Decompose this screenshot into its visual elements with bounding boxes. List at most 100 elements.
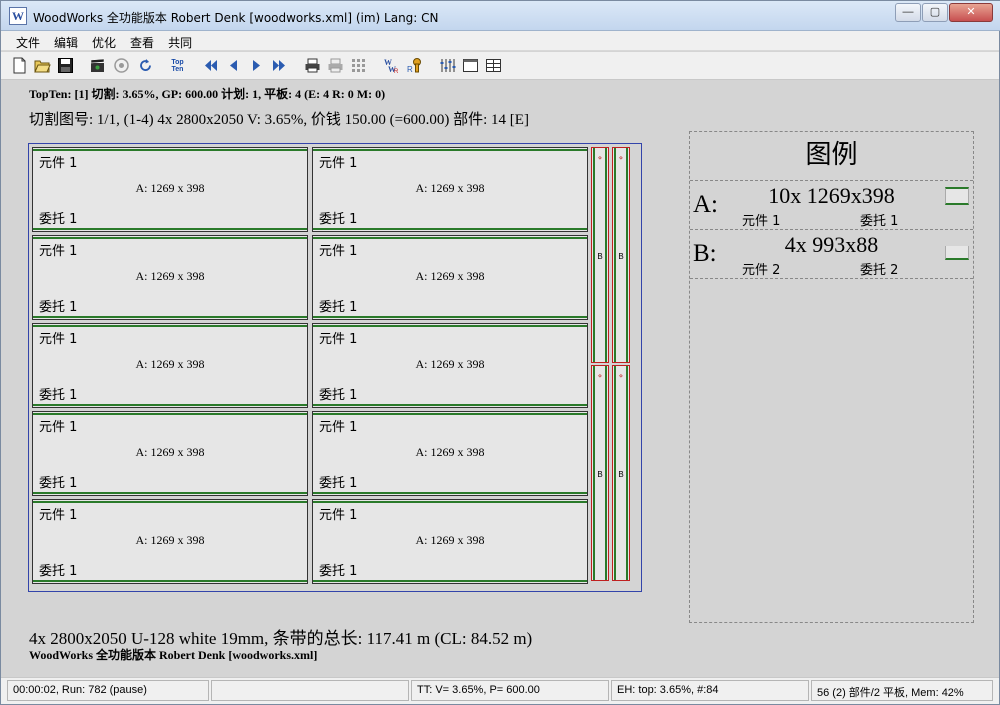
next-icon[interactable] (246, 55, 267, 76)
status-parts-memory: 56 (2) 部件/2 平板, Mem: 42% (811, 680, 993, 701)
legend-count: 4x 993x88 (784, 232, 879, 257)
piece-customer: 委托 1 (39, 388, 78, 403)
legend-customer: 委托 2 (860, 263, 899, 278)
part-piece[interactable]: 元件 1 A: 1269 x 398 委托 1 (312, 411, 588, 496)
part-piece[interactable]: 元件 1 A: 1269 x 398 委托 1 (312, 499, 588, 584)
piece-name: 元件 1 (39, 244, 78, 259)
topten-label-top: Top (171, 58, 184, 66)
status-bar: 00:00:02, Run: 782 (pause) TT: V= 3.65%,… (1, 677, 999, 704)
piece-dimensions: A: 1269 x 398 (415, 445, 485, 459)
wrk-icon[interactable]: WWR (381, 55, 402, 76)
part-piece[interactable]: 元件 1 A: 1269 x 398 委托 1 (312, 235, 588, 320)
piece-name: 元件 1 (319, 508, 358, 523)
edge-band-bottom (313, 228, 587, 230)
legend-row-a[interactable]: A: 10x 1269x398 元件 1 委托 1 (690, 180, 973, 229)
piece-name: 元件 1 (39, 156, 78, 171)
edge-band-bottom (33, 228, 307, 230)
piece-dimensions: A: 1269 x 398 (135, 269, 205, 283)
main-content: TopTen: [1] 切割: 3.65%, GP: 600.00 计划: 1,… (1, 81, 999, 677)
piece-customer: 委托 1 (319, 300, 358, 315)
piece-name: 元件 1 (319, 420, 358, 435)
first-icon[interactable] (200, 55, 221, 76)
status-runtime: 00:00:02, Run: 782 (pause) (7, 680, 209, 701)
maximize-button[interactable]: ▢ (922, 3, 948, 22)
part-piece[interactable]: 元件 1 A: 1269 x 398 委托 1 (312, 147, 588, 232)
save-icon[interactable] (55, 55, 76, 76)
edge-band-top (313, 237, 587, 239)
piece-name: 元件 1 (39, 508, 78, 523)
woodworks-logo-icon: W (9, 7, 27, 25)
menu-file[interactable]: 文件 (9, 31, 47, 50)
part-piece[interactable]: 元件 1 A: 1269 x 398 委托 1 (32, 323, 308, 408)
edge-band-bottom (33, 492, 307, 494)
window-icon[interactable] (460, 55, 481, 76)
legend-customer: 委托 1 (860, 214, 899, 229)
print-preview-icon[interactable] (325, 55, 346, 76)
piece-customer: 委托 1 (39, 212, 78, 227)
piece-name: 元件 1 (319, 332, 358, 347)
menu-bar: 文件 编辑 优化 查看 共同 (1, 31, 999, 51)
strip-label: B (597, 470, 603, 479)
version-footer: WoodWorks 全功能版本 Robert Denk [woodworks.x… (29, 648, 318, 662)
strip-label: B (618, 470, 624, 479)
svg-text:R: R (394, 69, 399, 74)
legend-letter: B: (693, 240, 717, 267)
layout-icon[interactable] (483, 55, 504, 76)
edge-band-top (33, 237, 307, 239)
legend-panel: 图例 A: 10x 1269x398 元件 1 委托 1 B: 4x 993x8… (689, 131, 974, 623)
piece-customer: 委托 1 (319, 564, 358, 579)
part-piece[interactable]: 元件 1 A: 1269 x 398 委托 1 (32, 411, 308, 496)
strip-marker: ⋄ (618, 155, 624, 162)
menu-view[interactable]: 查看 (123, 31, 161, 50)
minimize-button[interactable]: — (895, 3, 921, 22)
window-title: WoodWorks 全功能版本 Robert Denk [woodworks.x… (33, 11, 439, 25)
strip-label: B (618, 252, 624, 261)
new-file-icon[interactable] (9, 55, 30, 76)
part-piece[interactable]: 元件 1 A: 1269 x 398 委托 1 (32, 235, 308, 320)
open-folder-icon[interactable] (32, 55, 53, 76)
print-icon[interactable] (302, 55, 323, 76)
strip-marker: ⋄ (597, 155, 603, 162)
close-button[interactable]: ✕ (949, 3, 993, 22)
cutting-sheet[interactable]: 元件 1 A: 1269 x 398 委托 1 元件 1 A: 1269 x 398 委托… (28, 143, 642, 592)
piece-dimensions: A: 1269 x 398 (415, 181, 485, 195)
clapper-icon[interactable] (87, 55, 108, 76)
edge-band-bottom (313, 492, 587, 494)
legend-row-b[interactable]: B: 4x 993x88 元件 2 委托 2 (690, 229, 973, 278)
part-piece[interactable]: 元件 1 A: 1269 x 398 委托 1 (312, 323, 588, 408)
strip-piece[interactable]: ⋄ B (591, 365, 609, 581)
grid-icon[interactable] (348, 55, 369, 76)
strip-piece[interactable]: ⋄ B (591, 147, 609, 363)
part-piece[interactable]: 元件 1 A: 1269 x 398 委托 1 (32, 499, 308, 584)
legend-divider (690, 278, 973, 279)
edge-band-top (33, 149, 307, 151)
piece-dimensions: A: 1269 x 398 (415, 357, 485, 371)
last-icon[interactable] (269, 55, 290, 76)
strip-piece[interactable]: ⋄ B (612, 365, 630, 581)
edge-band-top (33, 501, 307, 503)
menu-common[interactable]: 共同 (161, 31, 199, 50)
piece-dimensions: A: 1269 x 398 (135, 533, 205, 547)
piece-name: 元件 1 (39, 332, 78, 347)
strip-marker: ⋄ (618, 373, 624, 380)
refresh-icon[interactable] (135, 55, 156, 76)
strip-marker: ⋄ (597, 373, 603, 380)
piece-customer: 委托 1 (39, 564, 78, 579)
menu-edit[interactable]: 编辑 (47, 31, 85, 50)
topten-icon[interactable]: Top Ten (167, 55, 188, 76)
menu-optimize[interactable]: 优化 (85, 31, 123, 50)
edge-band-bottom (33, 580, 307, 582)
prev-icon[interactable] (223, 55, 244, 76)
edge-band-bottom (313, 404, 587, 406)
legend-letter: A: (693, 191, 718, 218)
edge-band-bottom (313, 316, 587, 318)
piece-dimensions: A: 1269 x 398 (415, 269, 485, 283)
edge-band-bottom (313, 580, 587, 582)
target-icon[interactable] (111, 55, 132, 76)
part-piece[interactable]: 元件 1 A: 1269 x 398 委托 1 (32, 147, 308, 232)
piece-dimensions: A: 1269 x 398 (135, 181, 205, 195)
wrench-key-icon[interactable]: R (404, 55, 425, 76)
piece-dimensions: A: 1269 x 398 (135, 445, 205, 459)
strip-piece[interactable]: ⋄ B (612, 147, 630, 363)
settings-sliders-icon[interactable] (437, 55, 458, 76)
